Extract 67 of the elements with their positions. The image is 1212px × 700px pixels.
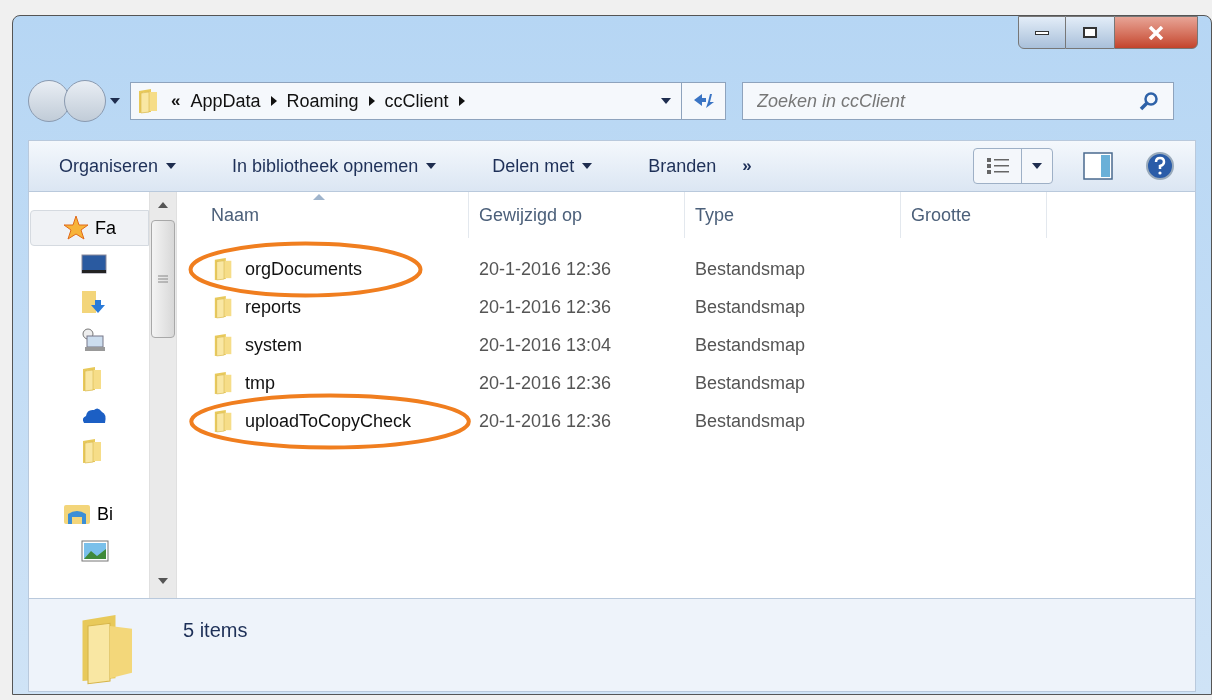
file-name: uploadToCopyCheck: [245, 409, 412, 433]
modified-date: 20-1-2016 12:36: [478, 371, 613, 395]
file-type: Bestandsmap: [694, 371, 807, 395]
file-type: Bestandsmap: [694, 257, 807, 281]
sidebar-scrollbar[interactable]: [149, 192, 177, 598]
toolbar-button[interactable]: In bibliotheek opnemen: [232, 152, 437, 180]
chevron-icon: [270, 96, 277, 106]
help-icon[interactable]: [1145, 151, 1175, 181]
grip-icon: [158, 275, 168, 283]
search-icon: [1139, 91, 1159, 111]
modified-date: 20-1-2016 12:36: [478, 257, 613, 281]
close-button[interactable]: [1114, 16, 1198, 49]
caret-icon: [166, 163, 177, 169]
star-icon: [63, 215, 89, 241]
sidebar-label: Fa: [95, 216, 116, 240]
column-header[interactable]: Grootte: [901, 192, 1047, 238]
overflow-chevron[interactable]: «: [171, 88, 181, 114]
toolbar-button[interactable]: Branden: [648, 152, 717, 180]
download-folder-icon[interactable]: [81, 290, 107, 314]
modified-date: 20-1-2016 12:36: [478, 295, 613, 319]
address-bar[interactable]: « AppData Roaming ccClient: [130, 82, 726, 120]
sidebar-group[interactable]: Fa: [30, 210, 149, 246]
preview-pane-icon[interactable]: [1083, 152, 1113, 180]
pictures-icon[interactable]: [81, 540, 109, 562]
toolbar-button[interactable]: Delen met: [492, 152, 593, 180]
more-button[interactable]: »: [742, 153, 752, 179]
dropdown-caret-icon: [661, 98, 671, 104]
minimize-button[interactable]: [1018, 16, 1066, 49]
search-input[interactable]: Zoeken in ccClient: [757, 87, 1139, 115]
breadcrumb[interactable]: ccClient: [384, 87, 449, 115]
caret-icon: [1032, 163, 1042, 169]
sidebar-label: Bi: [97, 502, 113, 526]
scroll-up-icon[interactable]: [158, 202, 168, 208]
scroll-down-icon[interactable]: [158, 578, 168, 584]
history-caret-icon: [110, 98, 120, 104]
file-name: reports: [245, 295, 302, 319]
file-type: Bestandsmap: [694, 333, 807, 357]
file-type: Bestandsmap: [694, 409, 807, 433]
file-name: tmp: [245, 371, 275, 395]
chevron-icon: [368, 96, 375, 106]
chevron-icon: [458, 96, 465, 106]
column-header[interactable]: Gewijzigd op: [469, 192, 685, 238]
recent-places-icon[interactable]: [81, 328, 107, 352]
file-name: system: [245, 333, 302, 357]
sort-arrow-icon: [313, 194, 325, 200]
modified-date: 20-1-2016 13:04: [478, 333, 613, 357]
file-name: orgDocuments: [245, 257, 363, 281]
caret-icon: [426, 163, 437, 169]
cloud-icon[interactable]: [81, 406, 107, 424]
column-header[interactable]: Naam: [177, 192, 469, 238]
caret-icon: [582, 163, 593, 169]
maximize-button[interactable]: [1066, 16, 1114, 49]
desktop-icon[interactable]: [81, 254, 107, 276]
item-count: 5 items: [183, 618, 248, 643]
breadcrumb[interactable]: AppData: [190, 87, 261, 115]
file-type: Bestandsmap: [694, 295, 807, 319]
sidebar-group[interactable]: Bi: [30, 496, 149, 532]
column-header[interactable]: Type: [685, 192, 901, 238]
search-field[interactable]: Zoeken in ccClient: [742, 82, 1174, 120]
list-view-icon: [986, 157, 1009, 175]
close-icon: [1148, 25, 1164, 40]
scroll-thumb[interactable]: [151, 220, 175, 338]
toolbar-button[interactable]: Organiseren: [59, 152, 177, 180]
modified-date: 20-1-2016 12:36: [478, 409, 613, 433]
library-icon: [63, 502, 91, 526]
breadcrumb[interactable]: Roaming: [286, 87, 359, 115]
view-button[interactable]: [973, 148, 1053, 184]
